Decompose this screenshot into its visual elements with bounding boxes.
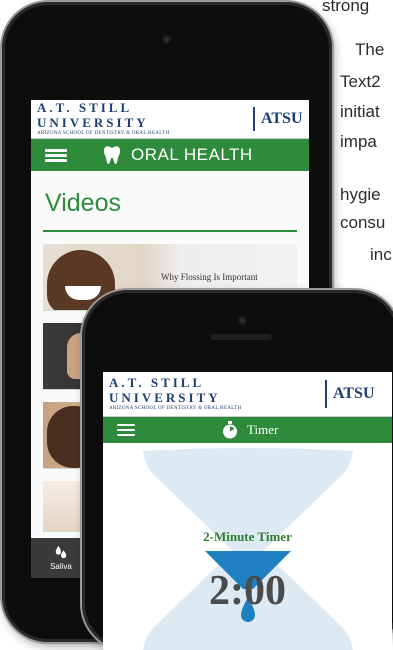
- article-line: The: [355, 40, 385, 59]
- article-line: consu: [340, 213, 386, 232]
- app-header: A.T. STILL UNIVERSITY ARIZONA SCHOOL OF …: [31, 100, 309, 139]
- app-header: A.T. STILL UNIVERSITY ARIZONA SCHOOL OF …: [103, 372, 392, 417]
- earpiece-speaker: [210, 334, 272, 340]
- section-title: Videos: [45, 189, 121, 217]
- front-camera: [238, 316, 247, 325]
- university-logo: A.T. STILL UNIVERSITY ARIZONA SCHOOL OF …: [109, 375, 319, 413]
- video-caption: Why Flossing Is Important: [161, 272, 258, 282]
- timer-screen: A.T. STILL UNIVERSITY ARIZONA SCHOOL OF …: [103, 372, 392, 650]
- article-line: Text2: [340, 72, 381, 91]
- school-name: ARIZONA SCHOOL OF DENTISTRY & ORAL HEALT…: [109, 406, 242, 411]
- article-line: impa: [340, 132, 377, 151]
- header-divider: [253, 107, 255, 131]
- hamburger-icon[interactable]: [117, 424, 135, 436]
- drops-icon: [55, 545, 67, 559]
- hamburger-icon[interactable]: [45, 148, 67, 162]
- front-camera: [162, 35, 171, 44]
- nav-bar: ORAL HEALTH: [31, 139, 309, 171]
- tooth-icon: [103, 146, 121, 164]
- phone-timer: A.T. STILL UNIVERSITY ARIZONA SCHOOL OF …: [82, 290, 393, 650]
- university-name: A.T. STILL UNIVERSITY: [37, 100, 149, 130]
- nav-title: Timer: [247, 422, 279, 437]
- title-rule: [43, 230, 297, 232]
- tab-label: Saliva: [50, 562, 72, 571]
- timer-label: 2-Minute Timer: [203, 529, 292, 544]
- university-name: A.T. STILL UNIVERSITY: [109, 375, 221, 405]
- atsu-abbreviation: ATSU: [261, 110, 303, 127]
- nav-bar: Timer: [103, 417, 392, 443]
- article-line: strong: [322, 0, 370, 15]
- article-line: initiat: [340, 102, 380, 121]
- stopwatch-icon: [223, 421, 237, 439]
- school-name: ARIZONA SCHOOL OF DENTISTRY & ORAL HEALT…: [37, 131, 170, 136]
- article-line: inc: [370, 245, 392, 264]
- header-divider: [325, 380, 327, 408]
- university-logo: A.T. STILL UNIVERSITY ARIZONA SCHOOL OF …: [37, 100, 247, 138]
- atsu-abbreviation: ATSU: [333, 385, 375, 402]
- hourglass-icon: [143, 448, 353, 650]
- nav-title: ORAL HEALTH: [131, 145, 253, 164]
- timer-value[interactable]: 2:00: [103, 567, 392, 615]
- timer-display: 2-Minute Timer 2:00: [103, 443, 392, 650]
- article-line: hygie: [340, 185, 381, 204]
